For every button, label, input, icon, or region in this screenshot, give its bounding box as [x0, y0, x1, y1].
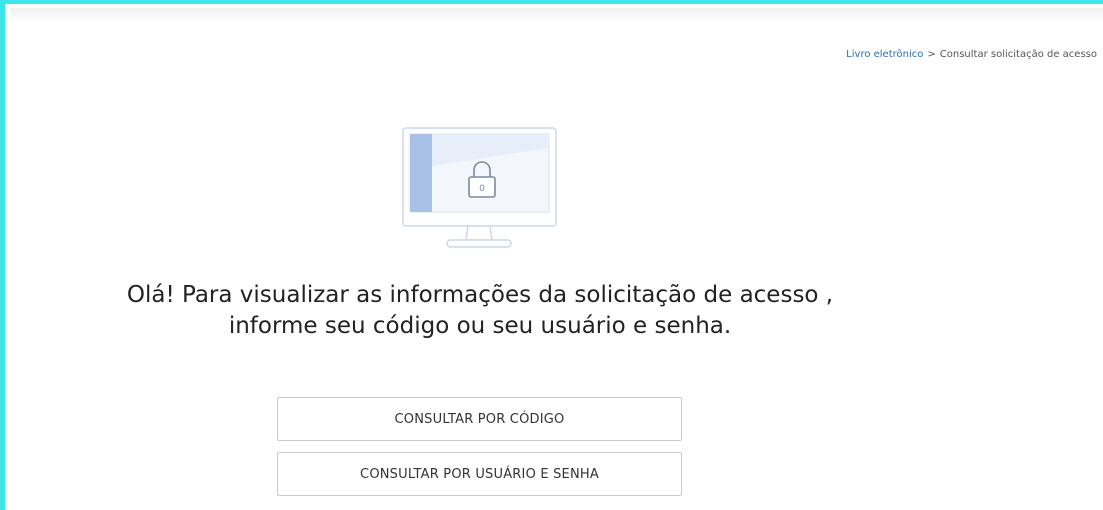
breadcrumb: Livro eletrônico > Consultar solicitação d…: [846, 49, 1097, 60]
lock-keyhole-label: 0: [479, 184, 485, 194]
welcome-message: Olá! Para visualizar as informações da s…: [0, 280, 960, 342]
consult-by-user-password-button[interactable]: CONSULTAR POR USUÁRIO E SENHA: [277, 452, 682, 496]
consult-by-code-button[interactable]: CONSULTAR POR CÓDIGO: [277, 397, 682, 441]
welcome-message-line-1: Olá! Para visualizar as informações da s…: [126, 282, 834, 308]
top-bar-shadow: [10, 8, 1103, 22]
breadcrumb-item-current: Consultar solicitação de acesso: [939, 49, 1097, 60]
welcome-message-line-2: informe seu código ou seu usuário e senh…: [228, 313, 732, 339]
breadcrumb-separator: >: [927, 49, 936, 60]
monitor-lock-icon: 0: [402, 127, 557, 248]
breadcrumb-item-livro-eletronico[interactable]: Livro eletrônico: [846, 49, 923, 60]
